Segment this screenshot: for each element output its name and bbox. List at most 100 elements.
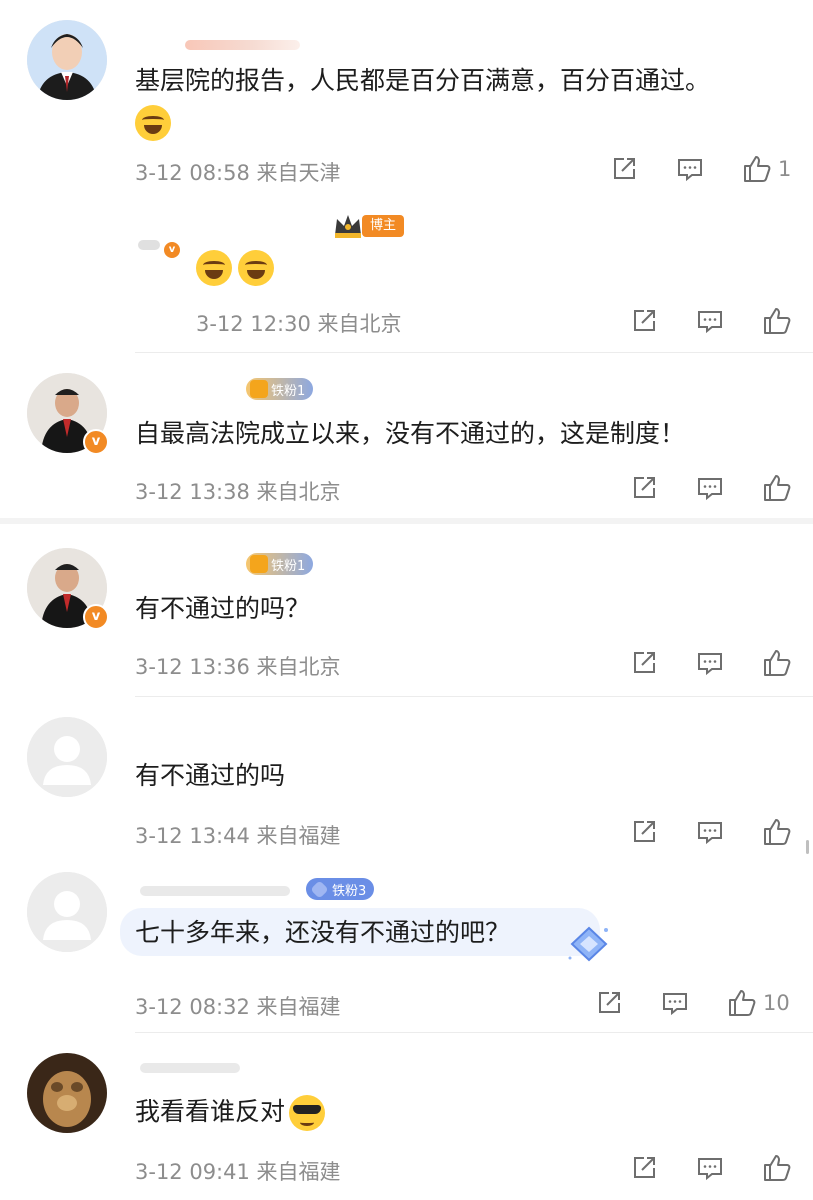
like-button[interactable] (762, 817, 792, 847)
comment-text: 基层院的报告，人民都是百分百满意，百分百通过。 (135, 64, 710, 98)
thumbs-up-icon (764, 308, 791, 334)
username[interactable] (140, 886, 290, 896)
thumbs-up-icon (764, 475, 791, 501)
verified-badge-icon: v (83, 429, 109, 455)
comment-actions (630, 1153, 792, 1183)
comment-actions (630, 306, 792, 336)
comment-button[interactable] (696, 474, 724, 502)
comment-text: 有不通过的吗？ (135, 594, 311, 623)
emoji-row (196, 250, 280, 286)
laughing-tears-emoji-icon (135, 105, 171, 141)
comment-actions (630, 817, 792, 847)
comment-actions (630, 473, 792, 503)
share-button[interactable] (630, 474, 658, 502)
fan-level-label: 铁粉3 (332, 883, 367, 899)
share-icon (634, 310, 655, 331)
comment-button[interactable] (676, 155, 704, 183)
like-count: 1 (778, 157, 792, 181)
thumbs-up-icon (744, 156, 771, 182)
diamond-icon (568, 926, 608, 962)
fan-level-label: 铁粉1 (271, 383, 306, 399)
comment-item: v 铁粉1 自最高法院成立以来，没有不通过的，这是制度！ 3-12 13:38 … (0, 353, 813, 523)
comment-item: 铁粉3 七十多年来，还没有不通过的吧？ 3-12 08:32 来自福建 10 (0, 858, 813, 1030)
crown-icon (250, 555, 268, 573)
comment-icon (698, 1158, 722, 1181)
comment-icon (678, 159, 702, 182)
comment-text-body: 我看看谁反对 (135, 1097, 286, 1126)
comment-button[interactable] (696, 1154, 724, 1182)
laughing-tears-emoji-icon (196, 250, 232, 286)
share-button[interactable] (610, 155, 638, 183)
avatar[interactable] (27, 1053, 107, 1133)
like-button[interactable] (762, 473, 792, 503)
share-icon (634, 1157, 655, 1178)
share-icon (599, 992, 620, 1013)
comment-icon (698, 822, 722, 845)
blogger-badge: 博主 (362, 215, 405, 237)
comment-item: v 铁粉1 有不通过的吗？ 3-12 13:36 来自北京 (0, 528, 813, 696)
comment-meta: 3-12 08:58 来自天津 (135, 161, 341, 185)
share-icon (634, 477, 655, 498)
comment-meta: 3-12 09:41 来自福建 (135, 1160, 341, 1184)
share-icon (634, 821, 655, 842)
share-button[interactable] (630, 307, 658, 335)
fan-level-badge: 铁粉1 (246, 378, 314, 400)
like-button[interactable]: 10 (727, 988, 790, 1018)
comment-text-body: 基层院的报告，人民都是百分百满意，百分百通过。 (135, 66, 711, 95)
fan-level-badge: 铁粉3 (306, 878, 375, 900)
share-icon (614, 158, 635, 179)
diamond-icon (310, 879, 329, 899)
like-button[interactable]: 1 (742, 154, 791, 184)
thumbs-up-icon (764, 650, 791, 676)
default-avatar-icon[interactable] (27, 717, 107, 797)
comment-item: 我看看谁反对 3-12 09:41 来自福建 (0, 1033, 813, 1200)
comment-meta: 3-12 13:44 来自福建 (135, 824, 341, 848)
comment-text: 有不通过的吗 (135, 761, 286, 790)
share-icon (634, 652, 655, 673)
comment-meta: 3-12 13:36 来自北京 (135, 655, 341, 679)
share-button[interactable] (630, 1154, 658, 1182)
share-button[interactable] (630, 818, 658, 846)
avatar[interactable] (27, 20, 107, 100)
verified-badge-icon: v (162, 240, 182, 260)
like-button[interactable] (762, 306, 792, 336)
thumbs-up-icon (729, 990, 756, 1016)
comment-button[interactable] (696, 307, 724, 335)
comment-button[interactable] (696, 818, 724, 846)
comment-text: 自最高法院成立以来，没有不通过的，这是制度！ (135, 419, 686, 448)
username[interactable] (185, 40, 300, 50)
comment-actions: 1 (610, 154, 791, 184)
comment-item: v 博主 3-12 12:30 来自北京 (0, 200, 813, 352)
verified-badge-icon: v (83, 604, 109, 630)
comment-item: 有不通过的吗 3-12 13:44 来自福建 (0, 697, 813, 855)
comment-meta: 3-12 12:30 来自北京 (196, 312, 402, 336)
fan-level-badge: 铁粉1 (246, 553, 314, 575)
username[interactable] (140, 1063, 240, 1073)
emoji-row (135, 105, 177, 141)
thumbs-up-icon (764, 819, 791, 845)
sunglasses-emoji-icon (289, 1095, 326, 1131)
comment-icon (663, 993, 687, 1016)
username[interactable] (138, 240, 160, 250)
comment-item: 基层院的报告，人民都是百分百满意，百分百通过。 3-12 08:58 来自天津 … (0, 0, 813, 200)
comment-icon (698, 478, 722, 501)
share-button[interactable] (595, 989, 623, 1017)
comment-icon (698, 653, 722, 676)
comment-text: 我看看谁反对 (135, 1095, 331, 1131)
like-button[interactable] (762, 648, 792, 678)
like-button[interactable] (762, 1153, 792, 1183)
comment-actions (630, 648, 792, 678)
comment-meta: 3-12 13:38 来自北京 (135, 480, 341, 504)
thumbs-up-icon (764, 1155, 791, 1181)
scrollbar[interactable] (806, 840, 809, 854)
comment-button[interactable] (696, 649, 724, 677)
section-divider (0, 518, 813, 524)
comment-button[interactable] (661, 989, 689, 1017)
comment-icon (698, 311, 722, 334)
share-button[interactable] (630, 649, 658, 677)
laughing-tears-emoji-icon (238, 250, 274, 286)
crown-icon (335, 215, 361, 238)
default-avatar-icon[interactable] (27, 872, 107, 952)
comment-text: 七十多年来，还没有不通过的吧？ (135, 918, 511, 947)
crown-icon (250, 380, 268, 398)
